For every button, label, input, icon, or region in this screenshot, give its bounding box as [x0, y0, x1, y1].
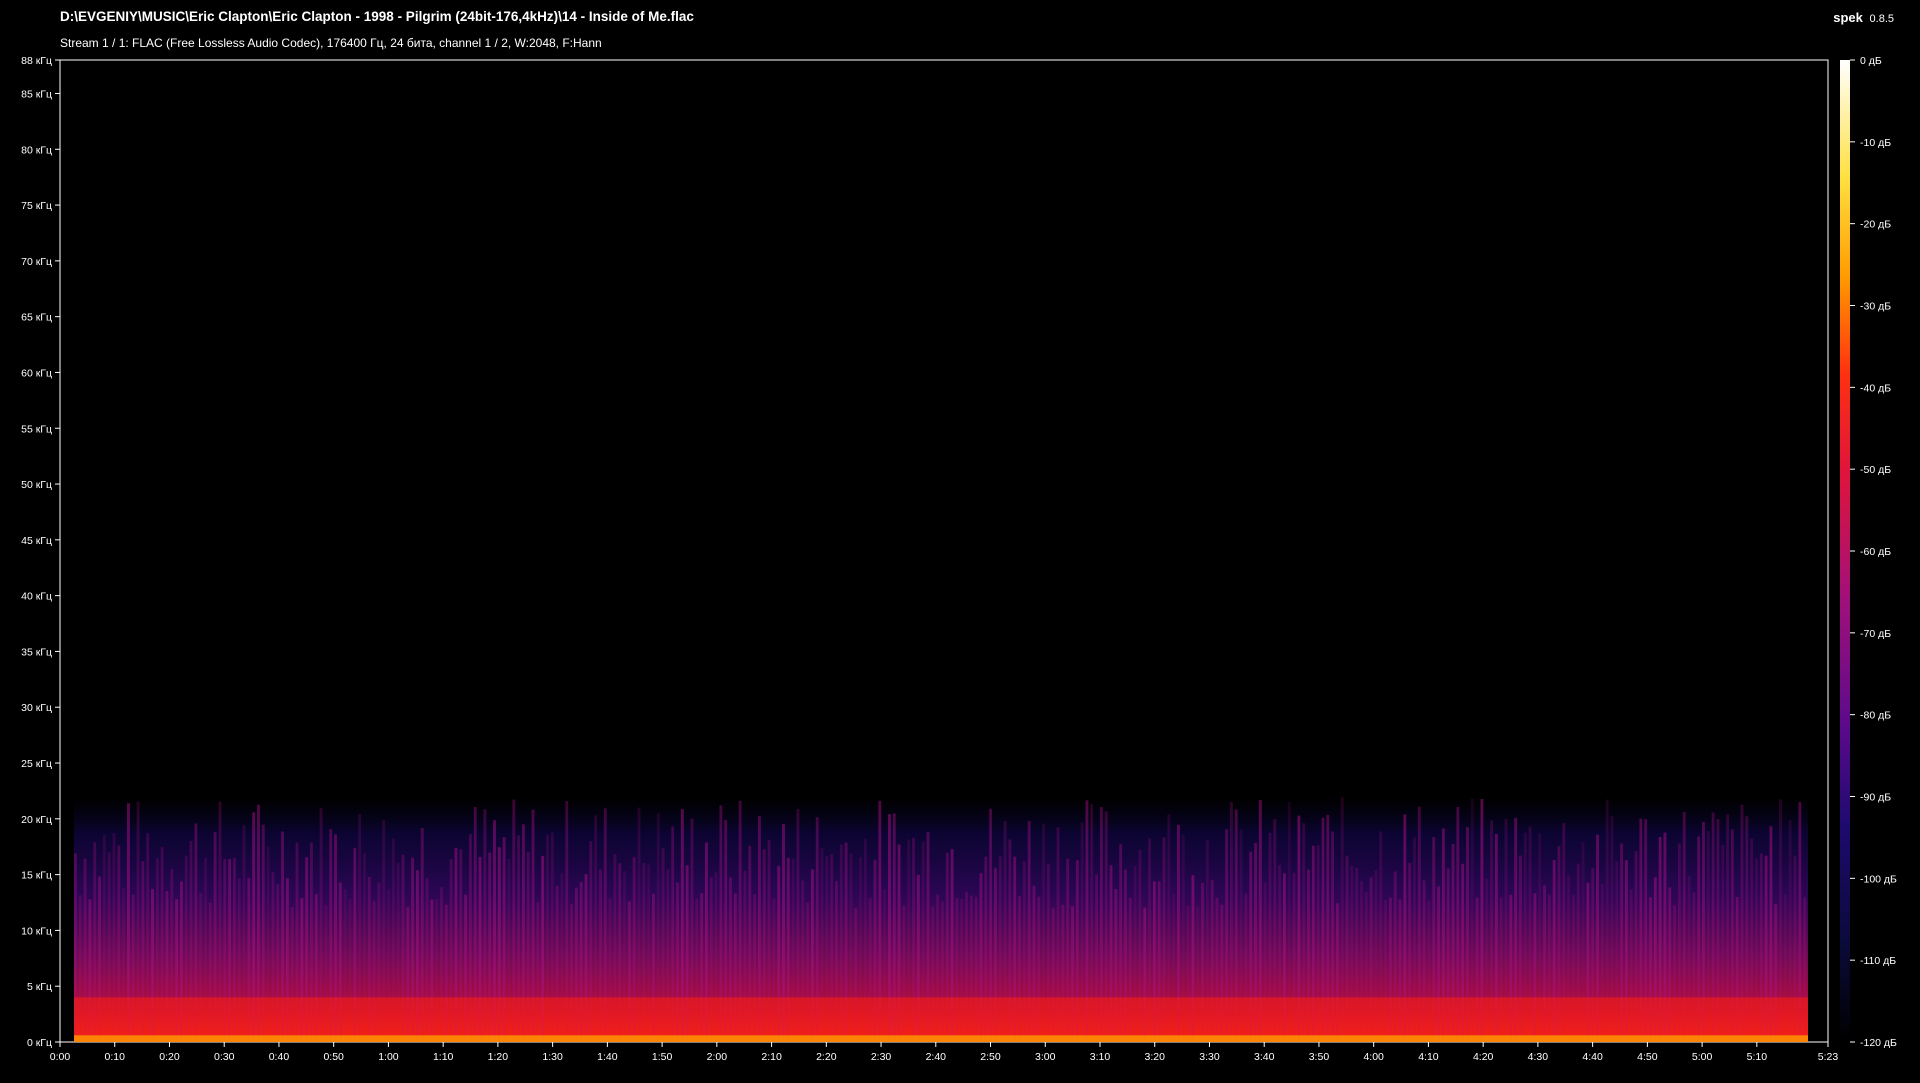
y-tick-label: 88 кГц [21, 55, 52, 67]
x-tick-label: 0:20 [159, 1051, 180, 1063]
x-tick-label: 4:10 [1418, 1051, 1439, 1063]
spectrogram-bass-line [74, 1035, 1808, 1042]
x-tick-label: 0:10 [105, 1051, 126, 1063]
y-tick-label: 75 кГц [21, 200, 52, 212]
y-tick-label: 80 кГц [21, 144, 52, 156]
x-tick-label: 1:20 [488, 1051, 509, 1063]
x-tick-label: 5:10 [1747, 1051, 1768, 1063]
colorbar-tick-label: -90 дБ [1860, 792, 1891, 804]
x-tick-label: 2:40 [926, 1051, 947, 1063]
y-tick-label: 25 кГц [21, 758, 52, 770]
x-tick-label: 3:30 [1199, 1051, 1220, 1063]
x-tick-label: 1:10 [433, 1051, 454, 1063]
colorbar-tick-label: -80 дБ [1860, 710, 1891, 722]
x-tick-label: 4:50 [1637, 1051, 1658, 1063]
y-tick-label: 5 кГц [27, 981, 52, 993]
y-tick-label: 85 кГц [21, 88, 52, 100]
y-tick-label: 45 кГц [21, 535, 52, 547]
x-tick-label: 0:00 [50, 1051, 71, 1063]
spectrogram-chart: 0:00 0:10 0:20 0:30 0:40 0:50 1:00 1:10 1:20 1:30… [21, 55, 1897, 1063]
y-axis: 0 кГц 5 кГц 10 кГц 15 кГц 20 кГц 25 кГц 30 кГц… [21, 55, 60, 1049]
y-tick-label: 60 кГц [21, 367, 52, 379]
colorbar-tick-label: 0 дБ [1860, 55, 1882, 67]
x-tick-label: 3:20 [1145, 1051, 1166, 1063]
colorbar-tick-label: -50 дБ [1860, 464, 1891, 476]
x-tick-label: 2:00 [707, 1051, 728, 1063]
x-tick-label: 1:00 [378, 1051, 399, 1063]
x-tick-label: 3:10 [1090, 1051, 1111, 1063]
x-axis: 0:00 0:10 0:20 0:30 0:40 0:50 1:00 1:10 1:20 1:30… [50, 1042, 1839, 1063]
y-tick-label: 55 кГц [21, 423, 52, 435]
x-tick-label: 1:40 [597, 1051, 618, 1063]
colorbar-tick-label: -10 дБ [1860, 137, 1891, 149]
colorbar-tick-label: -100 дБ [1860, 873, 1897, 885]
y-tick-label: 70 кГц [21, 256, 52, 268]
colorbar-tick-label: -110 дБ [1860, 955, 1896, 967]
x-tick-label: 2:30 [871, 1051, 892, 1063]
colorbar-tick-label: -20 дБ [1860, 219, 1891, 231]
x-tick-label: 0:50 [323, 1051, 344, 1063]
x-tick-label: 0:40 [269, 1051, 290, 1063]
colorbar-tick-label: -70 дБ [1860, 628, 1891, 640]
x-tick-label: 4:20 [1473, 1051, 1494, 1063]
x-tick-label: 2:50 [980, 1051, 1001, 1063]
x-tick-label: 0:30 [214, 1051, 235, 1063]
x-tick-label: 3:00 [1035, 1051, 1056, 1063]
x-tick-label: 3:40 [1254, 1051, 1275, 1063]
y-tick-label: 0 кГц [27, 1037, 52, 1049]
y-tick-label: 20 кГц [21, 814, 52, 826]
y-tick-label: 40 кГц [21, 591, 52, 603]
colorbar [1840, 60, 1850, 1042]
x-tick-label: 1:50 [652, 1051, 673, 1063]
y-tick-label: 30 кГц [21, 702, 52, 714]
x-tick-label: 4:00 [1363, 1051, 1384, 1063]
x-tick-label: 5:23 [1818, 1051, 1839, 1063]
spectrogram-heatmap [74, 796, 1808, 1042]
colorbar-tick-label: -60 дБ [1860, 546, 1891, 558]
x-tick-label: 2:10 [761, 1051, 782, 1063]
x-tick-label: 4:40 [1582, 1051, 1603, 1063]
x-tick-label: 3:50 [1309, 1051, 1330, 1063]
x-tick-label: 2:20 [816, 1051, 837, 1063]
y-tick-label: 65 кГц [21, 312, 52, 324]
y-tick-label: 15 кГц [21, 870, 52, 882]
x-tick-label: 1:30 [542, 1051, 563, 1063]
y-tick-label: 10 кГц [21, 925, 52, 937]
y-tick-label: 35 кГц [21, 646, 52, 658]
colorbar-axis: 0 дБ -10 дБ -20 дБ -30 дБ -40 дБ -50 дБ -60 дБ… [1850, 55, 1897, 1049]
colorbar-tick-label: -120 дБ [1860, 1037, 1897, 1049]
colorbar-tick-label: -30 дБ [1860, 301, 1891, 313]
x-tick-label: 4:30 [1528, 1051, 1549, 1063]
x-tick-label: 5:00 [1692, 1051, 1713, 1063]
y-tick-label: 50 кГц [21, 479, 52, 491]
colorbar-tick-label: -40 дБ [1860, 382, 1891, 394]
